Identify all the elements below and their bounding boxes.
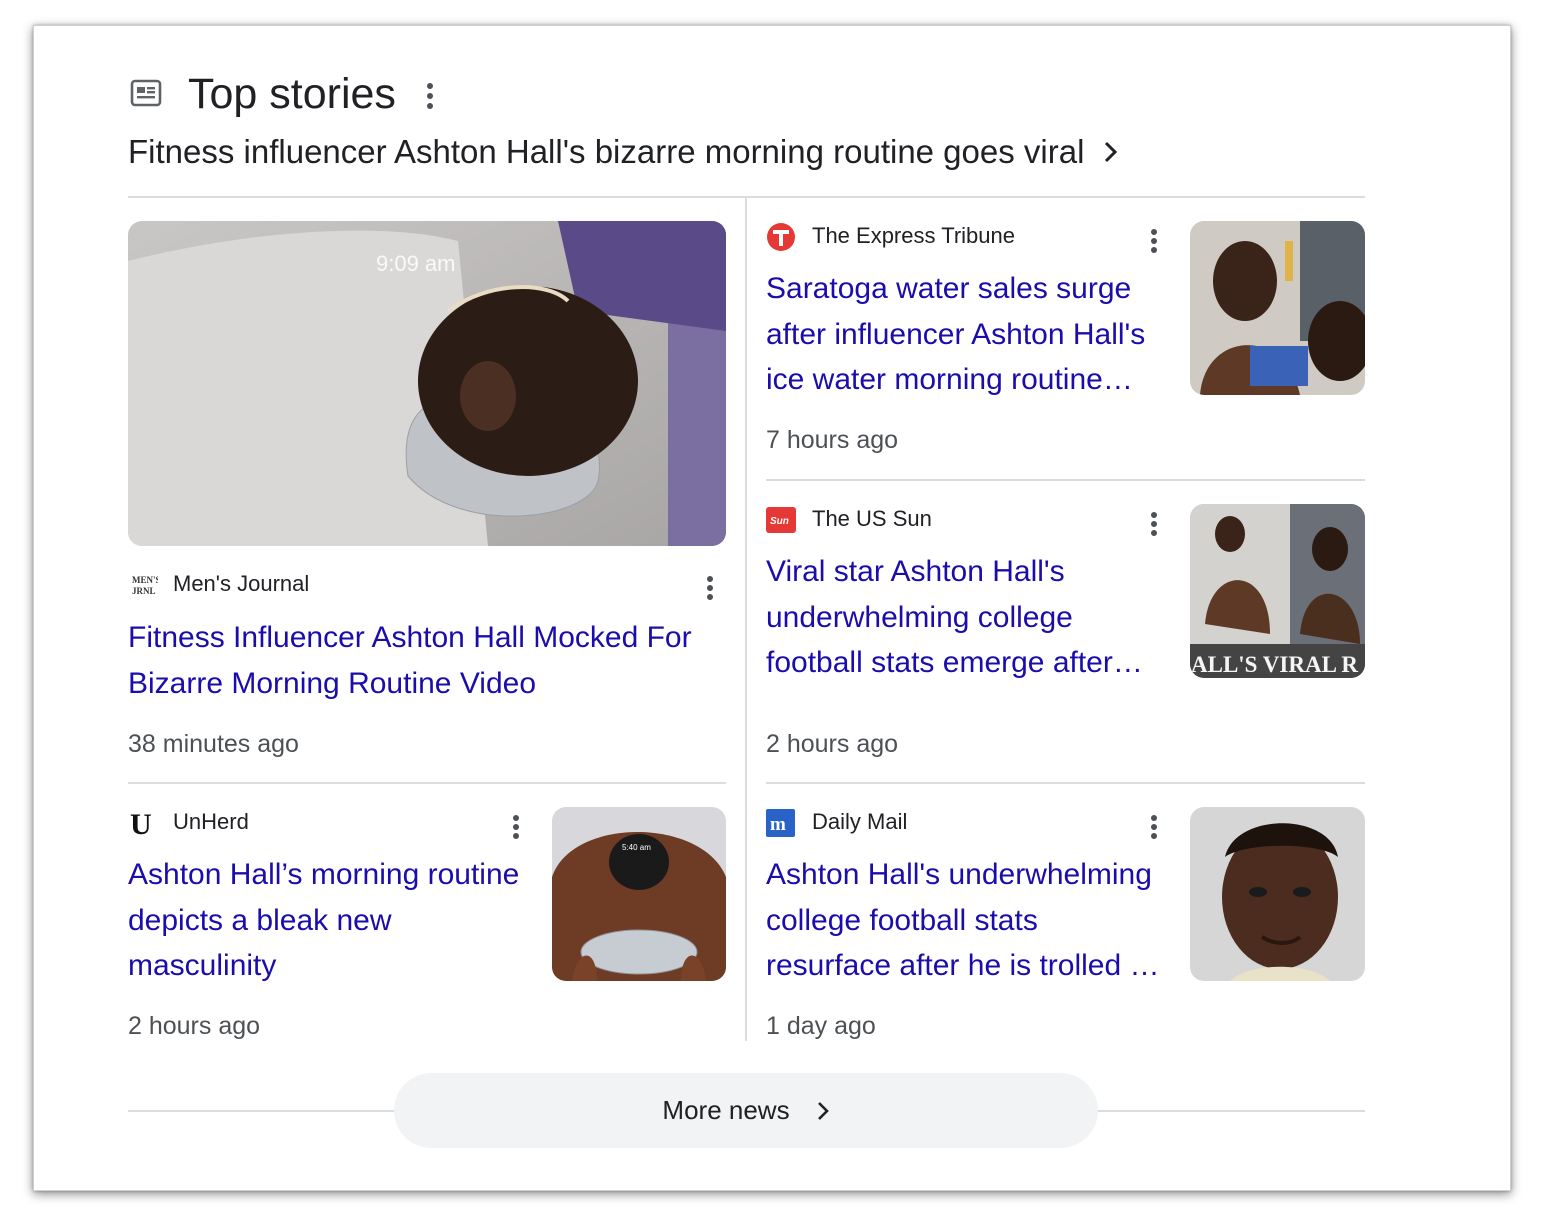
story-divider (766, 479, 1365, 481)
svg-text:Sun: Sun (770, 516, 789, 527)
more-news-button[interactable]: More news (394, 1073, 1098, 1148)
image-timestamp: 9:09 am (376, 251, 456, 276)
section-title: Top stories (188, 70, 396, 118)
source-name: The Express Tribune (812, 223, 1015, 248)
svg-text:U: U (130, 808, 152, 838)
more-options-icon[interactable] (704, 573, 716, 605)
express-tribune-logo (767, 223, 795, 251)
story-time: 2 hours ago (128, 1012, 261, 1040)
story-divider (766, 782, 1365, 784)
source-name: Daily Mail (812, 809, 908, 834)
more-options-icon[interactable] (1148, 812, 1160, 844)
story-card-us-sun[interactable]: Sun The US Sun Viral star Ashton Hall's … (766, 504, 1365, 764)
story-card-unherd[interactable]: U UnHerd Ashton Hall’s morning routine d… (128, 807, 726, 1047)
unherd-logo: U (130, 808, 152, 838)
svg-text:JRNL: JRNL (132, 586, 156, 596)
story-card-express-tribune[interactable]: The Express Tribune Saratoga water sales… (766, 221, 1365, 461)
story-thumbnail: ALL'S VIRAL R (1190, 504, 1365, 678)
story-time: 7 hours ago (766, 426, 899, 454)
chevron-right-icon (1105, 141, 1118, 163)
more-options-icon[interactable] (510, 812, 522, 844)
story-headline[interactable]: Saratoga water sales surge after influen… (766, 266, 1166, 403)
chevron-right-icon (817, 1101, 829, 1120)
svg-text:m: m (770, 814, 786, 835)
story-headline[interactable]: Fitness Influencer Ashton Hall Mocked Fo… (128, 615, 718, 706)
source-name: UnHerd (173, 809, 249, 834)
svg-text:MEN'S: MEN'S (132, 575, 158, 585)
story-headline[interactable]: Ashton Hall's underwhelming college foot… (766, 852, 1166, 989)
newspaper-icon (130, 79, 162, 107)
story-headline[interactable]: Ashton Hall’s morning routine depicts a … (128, 852, 528, 989)
story-card-mens-journal[interactable]: 9:09 am MEN'S JRNL Men's Journal Fitness… (128, 221, 726, 761)
story-time: 1 day ago (766, 1012, 876, 1040)
image-caption: ALL'S VIRAL R (1191, 652, 1358, 677)
mens-journal-logo: MEN'S JRNL (131, 574, 158, 596)
story-image: 9:09 am (128, 221, 726, 546)
topic-link[interactable]: Fitness influencer Ashton Hall's bizarre… (128, 130, 1122, 174)
story-thumbnail (1190, 807, 1365, 981)
column-divider (745, 198, 747, 1041)
more-options-icon[interactable] (1148, 509, 1160, 541)
more-options-icon[interactable] (424, 80, 436, 112)
daily-mail-logo: m (766, 809, 795, 837)
image-timestamp: 5:40 am (622, 843, 651, 852)
story-time: 2 hours ago (766, 730, 899, 758)
more-news-label: More news (662, 1095, 790, 1125)
source-name: Men's Journal (173, 571, 310, 596)
source-name: The US Sun (812, 506, 932, 531)
us-sun-logo: Sun (766, 507, 796, 533)
story-thumbnail: 5:40 am (552, 807, 726, 981)
story-thumbnail (1190, 221, 1365, 395)
topic-label: Fitness influencer Ashton Hall's bizarre… (128, 133, 1085, 170)
story-headline[interactable]: Viral star Ashton Hall's underwhelming c… (766, 549, 1166, 686)
story-divider (128, 782, 726, 784)
story-time: 38 minutes ago (128, 730, 299, 758)
story-card-daily-mail[interactable]: m Daily Mail Ashton Hall's underwhelming… (766, 807, 1365, 1047)
more-options-icon[interactable] (1148, 226, 1160, 258)
